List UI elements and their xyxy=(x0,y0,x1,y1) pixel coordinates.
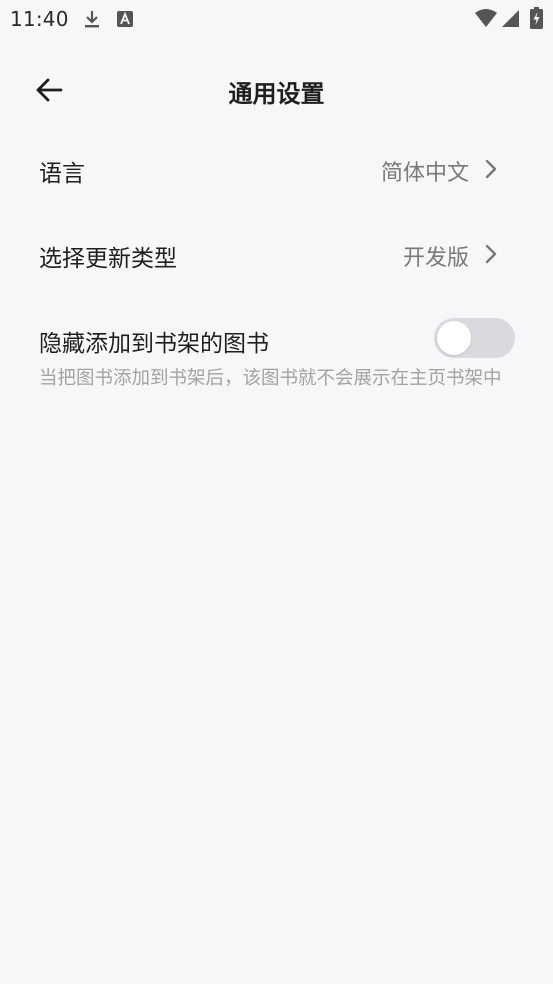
signal-icon xyxy=(502,10,519,27)
hide-books-label: 隐藏添加到书架的图书 xyxy=(39,331,269,357)
toggle-knob xyxy=(437,321,471,355)
wifi-icon xyxy=(475,9,497,27)
download-icon xyxy=(85,11,99,28)
hide-books-toggle[interactable] xyxy=(434,318,515,358)
language-label: 语言 xyxy=(39,161,85,187)
hide-books-setting-row: 隐藏添加到书架的图书 当把图书添加到书架后，该图书就不会展示在主页书架中 xyxy=(0,310,553,430)
update-type-label: 选择更新类型 xyxy=(39,246,177,272)
status-time: 11:40 xyxy=(10,7,69,31)
update-type-setting-row[interactable]: 选择更新类型 开发版 xyxy=(0,225,553,283)
battery-charging-icon xyxy=(530,7,543,29)
hide-books-description: 当把图书添加到书架后，该图书就不会展示在主页书架中 xyxy=(39,368,502,389)
update-type-value: 开发版 xyxy=(402,246,469,271)
page-title: 通用设置 xyxy=(228,80,325,108)
app-bar: 通用设置 xyxy=(0,58,553,122)
language-value: 简体中文 xyxy=(380,161,469,186)
language-setting-row[interactable]: 语言 简体中文 xyxy=(0,140,553,198)
keyboard-a-icon xyxy=(117,11,133,27)
chevron-right-icon xyxy=(485,159,497,179)
chevron-right-icon xyxy=(485,244,497,264)
status-bar: 11:40 xyxy=(0,0,553,38)
